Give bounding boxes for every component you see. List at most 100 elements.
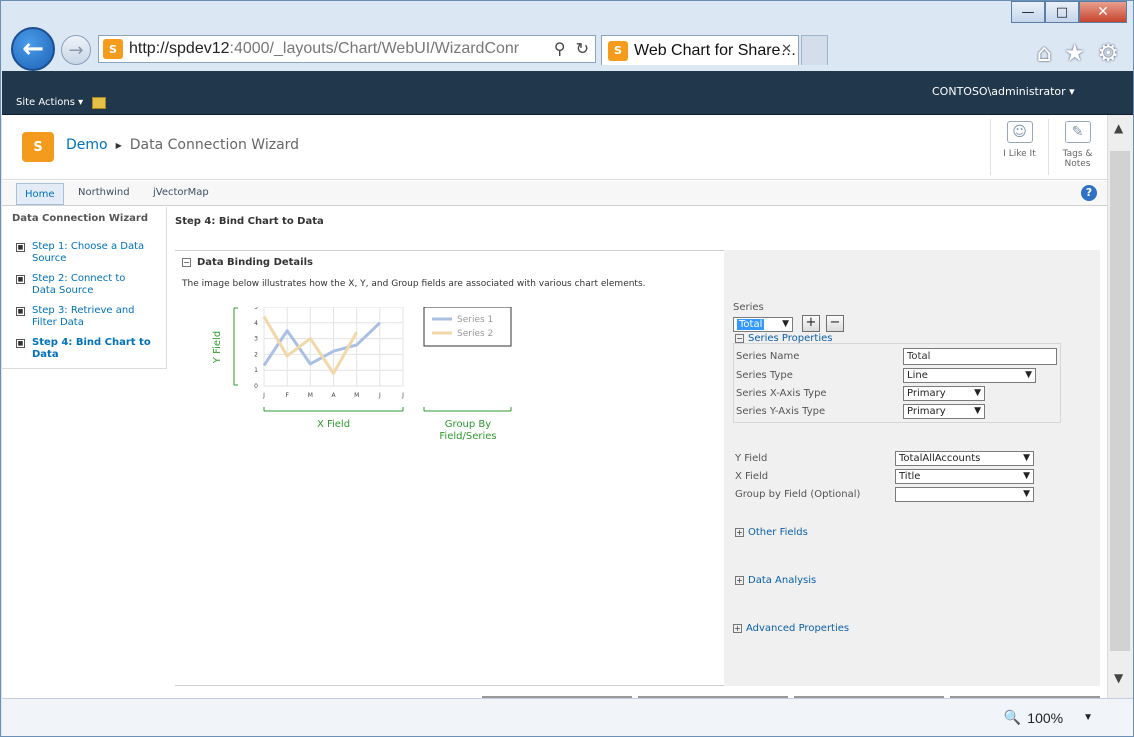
url-text[interactable]: http://spdev12:4000/_layouts/Chart/WebUI… [129, 40, 519, 58]
chevron-down-icon: ▼ [974, 406, 981, 416]
chevron-down-icon: ▼ [974, 388, 981, 398]
sharepoint-ribbon: Site Actions ▾ CONTOSO\administrator ▾ [2, 71, 1133, 115]
browser-nav-bar: ← → S http://spdev12:4000/_layouts/Chart… [1, 23, 1134, 71]
site-logo-icon[interactable]: S [22, 132, 54, 162]
browser-tab-active[interactable]: S Web Chart for Share… ✕ [601, 35, 799, 65]
close-window-button[interactable]: ✕ [1079, 1, 1127, 23]
x-field-select[interactable]: Title ▼ [895, 469, 1034, 484]
breadcrumb-separator-icon: ▶ [115, 140, 122, 150]
y-tick-label: 1 [254, 367, 258, 374]
add-series-button[interactable]: + [802, 315, 820, 332]
chart-legend [423, 307, 512, 347]
series-xaxis-label: Series X-Axis Type [736, 388, 827, 399]
new-tab-button[interactable] [801, 35, 828, 65]
help-icon[interactable]: ? [1081, 185, 1097, 201]
series-yaxis-select[interactable]: Primary ▼ [903, 404, 985, 419]
page-content: Site Actions ▾ CONTOSO\administrator ▾ S… [2, 71, 1133, 698]
collapse-icon: − [735, 334, 744, 343]
minimize-button[interactable]: — [1011, 1, 1045, 23]
other-fields-label: Other Fields [748, 527, 808, 538]
topnav-home[interactable]: Home [16, 183, 64, 205]
x-tick-label: J [262, 392, 265, 399]
left-nav-header: Data Connection Wizard [12, 213, 149, 224]
collapse-icon: − [182, 258, 191, 267]
topnav-northwind[interactable]: Northwind [70, 183, 138, 205]
topnav-jvectormap[interactable]: jVectorMap [145, 183, 217, 205]
series-selected-value: Total [737, 319, 765, 330]
expand-icon: + [733, 624, 742, 633]
tab-close-icon[interactable]: ✕ [781, 42, 792, 57]
breadcrumb-home-link[interactable]: Demo [66, 137, 108, 153]
data-binding-toggle[interactable]: − Data Binding Details [182, 257, 313, 268]
series-yaxis-label: Series Y-Axis Type [736, 406, 826, 417]
group-field-label: Group by Field (Optional) [735, 489, 861, 500]
chevron-down-icon: ▼ [1023, 453, 1030, 463]
notes-label: Notes [1064, 159, 1091, 169]
other-fields-toggle[interactable]: + Other Fields [735, 527, 808, 538]
y-field-label: Y Field [212, 331, 223, 364]
window-caption-buttons: — □ ✕ [1011, 1, 1127, 23]
y-tick-label: 3 [254, 336, 258, 343]
step-2-link[interactable]: ■ Step 2: Connect to Data Source [16, 273, 164, 297]
step-1-link[interactable]: ■ Step 1: Choose a Data Source [16, 241, 164, 265]
y-tick-label: 4 [254, 320, 258, 327]
series-name-input[interactable]: Total [903, 348, 1057, 365]
vertical-scrollbar[interactable]: ▲ ▼ [1107, 115, 1133, 698]
section-title: Data Binding Details [197, 257, 313, 268]
favorites-star-icon[interactable]: ★ [1064, 39, 1086, 67]
sharepoint-favicon-icon: S [103, 39, 123, 59]
back-arrow-icon: ← [22, 34, 44, 64]
group-field-select[interactable]: ▼ [895, 487, 1034, 502]
x-field-label: X Field [317, 419, 350, 430]
forward-arrow-icon: → [68, 39, 84, 61]
y-field-select[interactable]: TotalAllAccounts ▼ [895, 451, 1034, 466]
back-button[interactable]: ← [11, 27, 55, 71]
expand-icon: + [735, 528, 744, 537]
expand-icon: + [735, 576, 744, 585]
step-title: Step 4: Bind Chart to Data [175, 216, 324, 227]
x-tick-label: F [285, 392, 289, 399]
maximize-button[interactable]: □ [1045, 1, 1079, 23]
scroll-down-icon[interactable]: ▼ [1114, 671, 1123, 685]
step-4-current[interactable]: ■ Step 4: Bind Chart to Data [16, 337, 164, 361]
navigate-up-icon[interactable] [92, 97, 106, 109]
i-like-it-button[interactable]: ☺ I Like It [990, 119, 1048, 175]
data-analysis-toggle[interactable]: + Data Analysis [735, 575, 816, 586]
zoom-control[interactable]: 🔍 100% ▼ [1004, 709, 1093, 726]
site-actions-menu[interactable]: Site Actions ▾ [16, 97, 83, 108]
series-label: Series [733, 302, 764, 313]
chevron-down-icon: ▼ [782, 319, 789, 329]
close-icon: ✕ [1097, 4, 1109, 20]
page-title: Data Connection Wizard [129, 137, 300, 153]
series-select[interactable]: Total ▼ [733, 317, 793, 332]
user-menu[interactable]: CONTOSO\administrator ▾ [932, 85, 1075, 98]
series-type-select[interactable]: Line ▼ [903, 368, 1036, 383]
home-icon[interactable]: ⌂ [1037, 39, 1052, 67]
search-icon[interactable]: ⚲ [554, 39, 566, 58]
binding-description: The image below illustrates how the X, Y… [182, 279, 646, 289]
remove-series-button[interactable]: − [826, 315, 844, 332]
advanced-properties-toggle[interactable]: + Advanced Properties [733, 623, 849, 634]
x-tick-label: A [331, 392, 336, 399]
step-bullet-icon: ■ [16, 339, 25, 348]
step-bullet-icon: ■ [16, 307, 25, 316]
scroll-thumb[interactable] [1110, 151, 1130, 651]
group-label-line1: Group By [445, 419, 491, 430]
step-3-link[interactable]: ■ Step 3: Retrieve and Filter Data [16, 305, 164, 329]
refresh-icon[interactable]: ↻ [576, 39, 589, 58]
forward-button[interactable]: → [61, 35, 91, 65]
y-field-label: Y Field [735, 453, 768, 464]
series-name-label: Series Name [736, 351, 800, 362]
chevron-down-icon: ▼ [1023, 471, 1030, 481]
group-label-line2: Field/Series [439, 431, 496, 442]
address-bar[interactable]: S http://spdev12:4000/_layouts/Chart/Web… [98, 35, 596, 63]
tags-notes-button[interactable]: ✎ Tags & Notes [1048, 119, 1106, 175]
y-tick-label: 5 [254, 307, 258, 311]
zoom-level: 100% [1027, 709, 1064, 726]
browser-window: — □ ✕ ← → S http://spdev12:4000/_layouts… [0, 0, 1134, 737]
x-tick-label: M [308, 392, 313, 399]
scroll-up-icon[interactable]: ▲ [1114, 121, 1123, 135]
settings-gear-icon[interactable]: ⚙ [1097, 39, 1119, 67]
x-tick-label: J [378, 392, 381, 399]
series-xaxis-select[interactable]: Primary ▼ [903, 386, 985, 401]
